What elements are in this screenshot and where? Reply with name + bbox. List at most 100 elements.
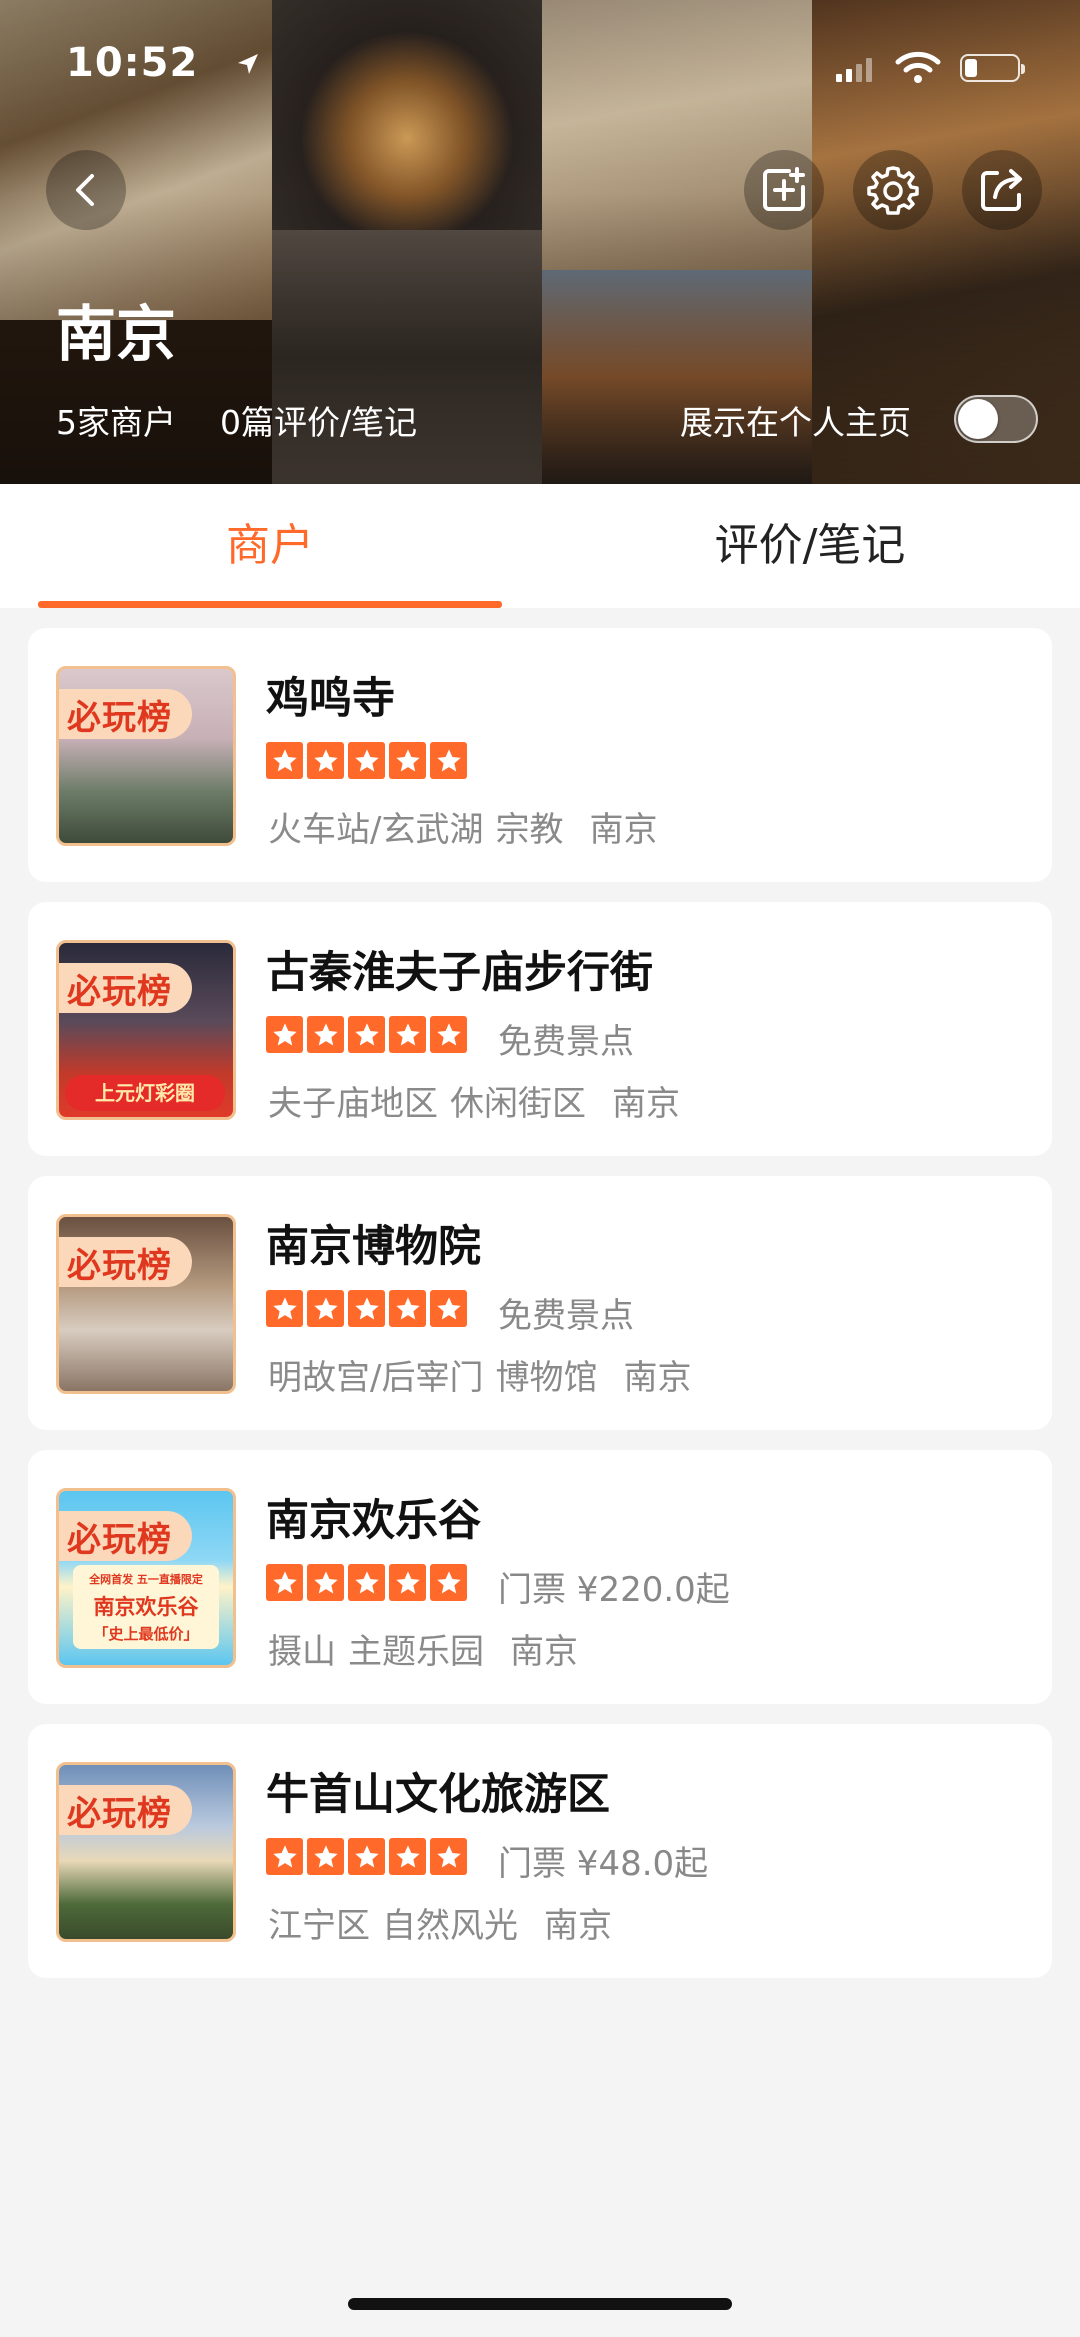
header-stats: 5家商户 0篇评价/笔记 bbox=[56, 396, 461, 444]
merchant-city: 南京 bbox=[589, 810, 658, 850]
rating-stars bbox=[266, 1564, 471, 1601]
badge-label: 必玩榜 bbox=[67, 697, 172, 738]
thumb-promo-line: 全网首发 五一直播限定 bbox=[89, 1573, 203, 1586]
star-icon bbox=[389, 1016, 426, 1053]
merchant-meta: 夫子庙地区 休闲街区 南京 bbox=[268, 1076, 706, 1125]
status-time: 10:52 bbox=[66, 40, 199, 86]
merchant-thumbnail: 必玩榜 bbox=[56, 1214, 236, 1394]
merchant-category: 宗教 bbox=[495, 810, 564, 850]
city-header: 10:52 南京 5家商户 0篇评价/笔记 展示在个人主页 bbox=[0, 0, 1080, 484]
star-icon bbox=[348, 1290, 385, 1327]
cellular-signal-icon bbox=[836, 58, 872, 82]
merchant-area: 夫子庙地区 bbox=[268, 1084, 438, 1124]
merchant-meta: 明故宫/后宰门 博物馆 南京 bbox=[268, 1350, 717, 1399]
star-icon bbox=[307, 1290, 344, 1327]
merchant-price: 门票 ¥48.0起 bbox=[498, 1844, 709, 1884]
merchant-card[interactable]: 必玩榜 鸡鸣寺 火车站/玄武湖 宗教 南京 bbox=[28, 628, 1052, 882]
back-button[interactable] bbox=[46, 150, 126, 230]
star-icon bbox=[430, 1016, 467, 1053]
thumb-promo-line: 「史上最低价」 bbox=[93, 1625, 199, 1643]
merchant-name: 鸡鸣寺 bbox=[266, 674, 395, 724]
battery-icon bbox=[960, 54, 1025, 82]
rating-stars bbox=[266, 742, 471, 779]
star-icon bbox=[348, 1838, 385, 1875]
star-icon bbox=[389, 1564, 426, 1601]
merchant-city: 南京 bbox=[623, 1358, 692, 1398]
must-play-badge: 必玩榜 bbox=[59, 1511, 192, 1561]
share-icon bbox=[981, 169, 1022, 211]
chevron-left-icon bbox=[76, 174, 94, 206]
star-icon bbox=[307, 742, 344, 779]
merchant-area: 江宁区 bbox=[268, 1906, 370, 1946]
star-icon bbox=[348, 1016, 385, 1053]
merchant-price: 免费景点 bbox=[498, 1296, 634, 1336]
star-icon bbox=[266, 1564, 303, 1601]
star-icon bbox=[266, 742, 303, 779]
merchant-meta: 江宁区 自然风光 南京 bbox=[268, 1898, 638, 1947]
rating-stars bbox=[266, 1290, 471, 1327]
merchant-category: 主题乐园 bbox=[348, 1632, 484, 1672]
thumb-promo: 全网首发 五一直播限定 南京欢乐谷 「史上最低价」 bbox=[73, 1565, 219, 1649]
merchant-thumbnail: 必玩榜 全网首发 五一直播限定 南京欢乐谷 「史上最低价」 bbox=[56, 1488, 236, 1668]
must-play-badge: 必玩榜 bbox=[59, 1237, 192, 1287]
star-icon bbox=[307, 1564, 344, 1601]
merchant-card[interactable]: 必玩榜 全网首发 五一直播限定 南京欢乐谷 「史上最低价」 南京欢乐谷 门票 ¥… bbox=[28, 1450, 1052, 1704]
badge-label: 必玩榜 bbox=[67, 971, 172, 1012]
merchant-name: 南京博物院 bbox=[266, 1222, 481, 1272]
merchant-thumbnail: 必玩榜 上元灯彩圈 bbox=[56, 940, 236, 1120]
merchant-price: 门票 ¥220.0起 bbox=[498, 1570, 730, 1610]
merchant-city: 南京 bbox=[612, 1084, 680, 1124]
star-icon bbox=[307, 1838, 344, 1875]
show-on-profile-toggle[interactable] bbox=[954, 395, 1038, 443]
merchant-city: 南京 bbox=[510, 1632, 578, 1672]
merchant-thumbnail: 必玩榜 bbox=[56, 1762, 236, 1942]
wifi-icon bbox=[895, 51, 941, 83]
merchant-area: 火车站/玄武湖 bbox=[268, 810, 484, 850]
badge-label: 必玩榜 bbox=[67, 1245, 172, 1286]
gear-icon bbox=[867, 166, 919, 215]
merchant-card[interactable]: 必玩榜 上元灯彩圈 古秦淮夫子庙步行街 免费景点 夫子庙地区 休闲街区 南京 bbox=[28, 902, 1052, 1156]
tab-merchants[interactable]: 商户 bbox=[0, 484, 540, 608]
merchant-card[interactable]: 必玩榜 南京博物院 免费景点 明故宫/后宰门 博物馆 南京 bbox=[28, 1176, 1052, 1430]
must-play-badge: 必玩榜 bbox=[59, 689, 192, 739]
merchant-name: 古秦淮夫子庙步行街 bbox=[266, 948, 653, 998]
review-count: 0篇评价/笔记 bbox=[220, 403, 418, 442]
badge-label: 必玩榜 bbox=[67, 1793, 172, 1834]
must-play-badge: 必玩榜 bbox=[59, 1785, 192, 1835]
merchant-name: 南京欢乐谷 bbox=[266, 1496, 481, 1546]
star-icon bbox=[307, 1016, 344, 1053]
must-play-badge: 必玩榜 bbox=[59, 963, 192, 1013]
merchant-count: 5家商户 bbox=[56, 403, 176, 442]
star-icon bbox=[266, 1290, 303, 1327]
star-icon bbox=[430, 1564, 467, 1601]
star-icon bbox=[430, 1290, 467, 1327]
add-to-list-button[interactable] bbox=[744, 150, 824, 230]
merchant-card[interactable]: 必玩榜 牛首山文化旅游区 门票 ¥48.0起 江宁区 自然风光 南京 bbox=[28, 1724, 1052, 1978]
merchant-price: 免费景点 bbox=[498, 1022, 634, 1062]
merchant-name: 牛首山文化旅游区 bbox=[266, 1770, 610, 1820]
merchant-area: 明故宫/后宰门 bbox=[268, 1358, 484, 1398]
badge-label: 必玩榜 bbox=[67, 1519, 172, 1560]
star-icon bbox=[430, 742, 467, 779]
merchant-category: 休闲街区 bbox=[450, 1084, 586, 1124]
tab-reviews-notes[interactable]: 评价/笔记 bbox=[540, 484, 1080, 608]
merchant-category: 博物馆 bbox=[495, 1358, 598, 1398]
star-icon bbox=[266, 1838, 303, 1875]
merchant-meta: 火车站/玄武湖 宗教 南京 bbox=[268, 802, 683, 851]
thumb-promo-line: 南京欢乐谷 bbox=[93, 1595, 199, 1619]
rating-stars bbox=[266, 1016, 471, 1053]
share-button[interactable] bbox=[962, 150, 1042, 230]
toggle-knob bbox=[958, 399, 998, 439]
city-title: 南京 bbox=[56, 300, 176, 370]
star-icon bbox=[389, 742, 426, 779]
rating-stars bbox=[266, 1838, 471, 1875]
star-icon bbox=[430, 1838, 467, 1875]
settings-button[interactable] bbox=[853, 150, 933, 230]
show-on-profile-label: 展示在个人主页 bbox=[680, 403, 911, 442]
merchant-city: 南京 bbox=[544, 1906, 612, 1946]
star-icon bbox=[266, 1016, 303, 1053]
home-indicator[interactable] bbox=[348, 2298, 732, 2310]
add-box-icon bbox=[763, 167, 805, 211]
status-bar: 10:52 bbox=[0, 0, 1080, 130]
merchant-area: 摄山 bbox=[268, 1632, 336, 1672]
